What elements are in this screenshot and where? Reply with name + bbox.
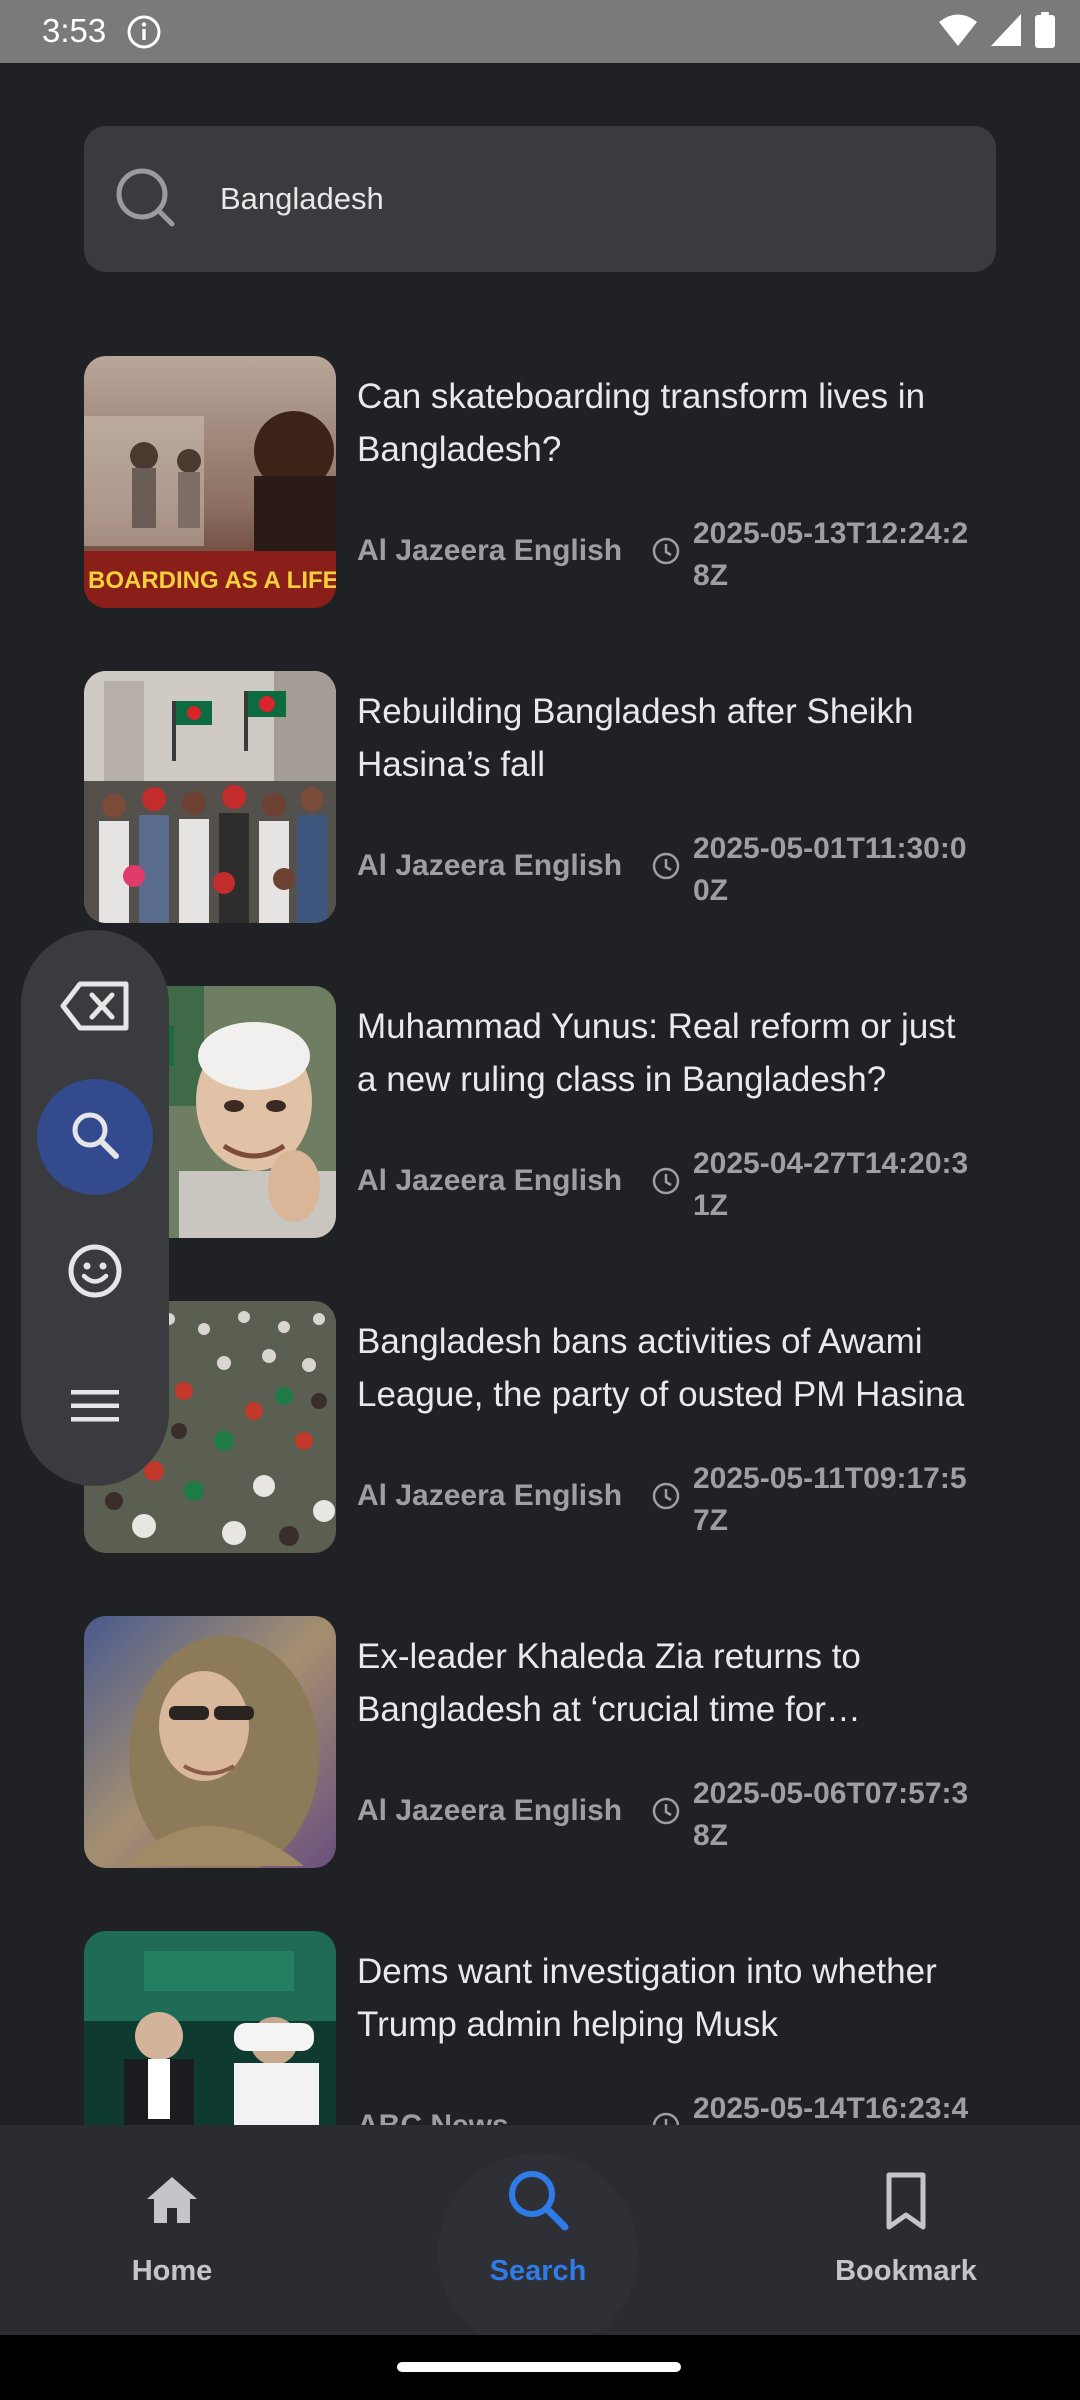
- article-source: Al Jazeera English: [357, 1794, 623, 1827]
- article-meta: Al Jazeera English 2025-05-11T09:17:57Z: [357, 1458, 997, 1548]
- article-meta: ABC News 2025-05-14T16:23:43Z: [357, 2088, 997, 2125]
- nav-item-home[interactable]: Home: [52, 2125, 292, 2335]
- clock-icon: [650, 535, 682, 567]
- wifi-icon: [938, 13, 978, 52]
- home-icon: [137, 2165, 207, 2235]
- backspace-button[interactable]: [37, 950, 153, 1066]
- gesture-bar: [0, 2335, 1080, 2400]
- list-item[interactable]: Dems want investigation into whether Tru…: [84, 1931, 996, 2125]
- home-gesture-handle[interactable]: [397, 2362, 681, 2372]
- article-date: 2025-05-01T11:30:00Z: [693, 832, 967, 907]
- backspace-icon: [60, 980, 130, 1037]
- info-icon: [126, 14, 162, 50]
- clock-icon: [650, 1165, 682, 1197]
- clock-icon: [650, 850, 682, 882]
- app-screen: 3:53 Bangladesh BOARDING AS A LIFELI Can…: [0, 0, 1080, 2400]
- article-date: 2025-05-14T16:23:43Z: [693, 2092, 969, 2125]
- article-meta: Al Jazeera English 2025-05-13T12:24:28Z: [357, 513, 997, 603]
- article-title[interactable]: Rebuilding Bangladesh after Sheikh Hasin…: [357, 685, 977, 791]
- article-meta: Al Jazeera English 2025-05-06T07:57:38Z: [357, 1773, 997, 1863]
- list-item[interactable]: BOARDING AS A LIFELI Can skateboarding t…: [84, 356, 996, 611]
- article-title[interactable]: Muhammad Yunus: Real reform or just a ne…: [357, 1000, 977, 1106]
- bottom-navigation: Home Search Bookmark: [0, 2125, 1080, 2353]
- article-thumbnail[interactable]: [84, 671, 336, 923]
- article-source: Al Jazeera English: [357, 534, 623, 567]
- nav-item-search[interactable]: Search: [418, 2125, 658, 2335]
- menu-button[interactable]: [37, 1350, 153, 1466]
- battery-icon: [1034, 11, 1056, 53]
- article-thumbnail[interactable]: BOARDING AS A LIFELI: [84, 356, 336, 608]
- nav-item-bookmark[interactable]: Bookmark: [786, 2125, 1026, 2335]
- article-thumbnail[interactable]: [84, 1931, 336, 2125]
- nav-label: Bookmark: [835, 2255, 977, 2287]
- search-icon: [69, 1109, 121, 1166]
- emoji-icon: [67, 1243, 123, 1304]
- article-meta: Al Jazeera English 2025-04-27T14:20:31Z: [357, 1143, 997, 1233]
- search-bar[interactable]: Bangladesh: [84, 126, 996, 272]
- article-source: ABC News: [357, 2106, 509, 2125]
- clock-icon: [650, 1795, 682, 1827]
- status-icons: [938, 11, 1056, 53]
- emoji-button[interactable]: [37, 1215, 153, 1331]
- nav-label: Search: [489, 2255, 587, 2287]
- article-thumbnail[interactable]: [84, 1616, 336, 1868]
- article-title[interactable]: Can skateboarding transform lives in Ban…: [357, 370, 977, 476]
- list-item[interactable]: Rebuilding Bangladesh after Sheikh Hasin…: [84, 671, 996, 926]
- article-title[interactable]: Dems want investigation into whether Tru…: [357, 1945, 977, 2051]
- thumb-caption: BOARDING AS A LIFELI: [88, 567, 336, 594]
- article-date: 2025-05-13T12:24:28Z: [693, 517, 969, 592]
- status-bar: 3:53: [0, 0, 1080, 63]
- article-meta: Al Jazeera English 2025-05-01T11:30:00Z: [357, 828, 997, 918]
- nav-label: Home: [131, 2255, 213, 2287]
- clock-icon: [650, 2110, 682, 2125]
- list-item[interactable]: Ex-leader Khaleda Zia returns to Banglad…: [84, 1616, 996, 1871]
- search-input[interactable]: Bangladesh: [220, 178, 384, 220]
- article-date: 2025-04-27T14:20:31Z: [693, 1147, 969, 1222]
- article-title[interactable]: Bangladesh bans activities of Awami Leag…: [357, 1315, 977, 1421]
- article-source: Al Jazeera English: [357, 1479, 623, 1512]
- article-source: Al Jazeera English: [357, 849, 623, 882]
- list-item[interactable]: Muhammad Yunus: Real reform or just a ne…: [84, 986, 996, 1241]
- article-source: Al Jazeera English: [357, 1164, 623, 1197]
- signal-icon: [990, 13, 1022, 52]
- search-icon: [114, 166, 180, 232]
- article-date: 2025-05-06T07:57:38Z: [693, 1777, 969, 1852]
- search-icon: [503, 2165, 573, 2235]
- status-time: 3:53: [42, 12, 107, 49]
- bookmark-icon: [871, 2165, 941, 2235]
- floating-toolbar: [21, 930, 169, 1486]
- article-date: 2025-05-11T09:17:57Z: [693, 1462, 967, 1537]
- article-title[interactable]: Ex-leader Khaleda Zia returns to Banglad…: [357, 1630, 977, 1736]
- clock-icon: [650, 1480, 682, 1512]
- list-item[interactable]: Bangladesh bans activities of Awami Leag…: [84, 1301, 996, 1556]
- search-tool-button[interactable]: [37, 1079, 153, 1195]
- menu-icon: [69, 1386, 121, 1431]
